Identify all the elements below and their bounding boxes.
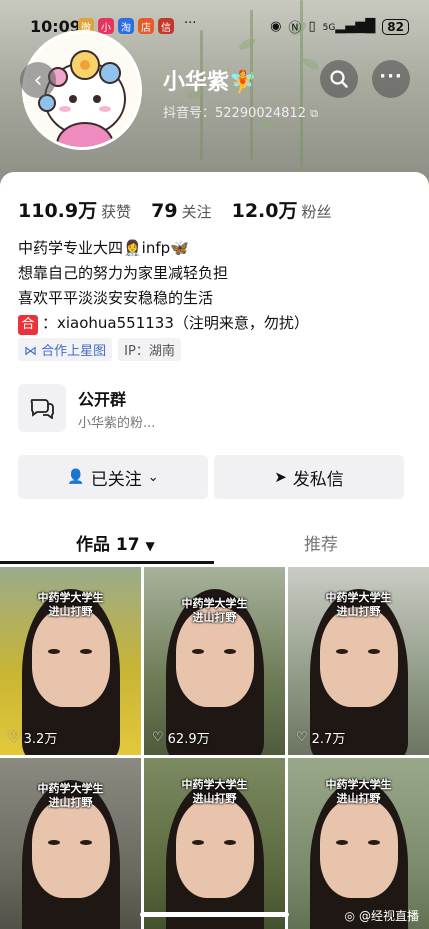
more-button[interactable]: ··· bbox=[372, 60, 410, 98]
vibrate-icon: ▯ bbox=[308, 19, 316, 34]
signal-icon: 5G▂▄▆█ bbox=[322, 19, 376, 34]
system-status-icons: ◉ Ⓝ ▯ 5G▂▄▆█ 82 bbox=[270, 17, 409, 36]
weibo-logo-icon: ◎ bbox=[344, 908, 355, 923]
nfc-icon: Ⓝ bbox=[288, 21, 302, 36]
bio-line: 中药学专业大四👩‍⚕️infp🦋 bbox=[18, 239, 189, 257]
app-notification-icon: 小 bbox=[98, 18, 114, 34]
video-caption: 中药学大学生 进山打野 bbox=[181, 597, 248, 624]
video-caption: 中药学大学生 进山打野 bbox=[37, 591, 104, 618]
profile-bio: 中药学专业大四👩‍⚕️infp🦋 想靠自己的努力为家里减轻负担 喜欢平平淡淡安安… bbox=[18, 236, 309, 336]
chat-group-icon bbox=[18, 384, 66, 432]
video-likes: ♡ 3.2万 bbox=[8, 730, 58, 747]
following-button[interactable]: 👤 已关注 ⌄ bbox=[18, 455, 208, 499]
chevron-left-icon: ‹ bbox=[33, 67, 43, 93]
cooperation-tag: 合 bbox=[18, 315, 38, 335]
more-dots-icon: ··· bbox=[379, 65, 403, 87]
eye-icon: ◉ bbox=[270, 19, 282, 34]
douyin-id[interactable]: 抖音号：52290024812 ⧉ bbox=[163, 102, 318, 121]
heart-icon: ♡ bbox=[152, 730, 164, 745]
stat-followers[interactable]: 12.0万 粉丝 bbox=[232, 196, 332, 223]
back-button[interactable]: ‹ bbox=[20, 62, 56, 98]
bio-line: 想靠自己的努力为家里减轻负担 bbox=[18, 264, 229, 282]
video-thumbnail[interactable]: 中药学大学生 进山打野 ♡ 3.2万 bbox=[0, 567, 141, 755]
group-title: 公开群 bbox=[78, 390, 127, 409]
public-group-entry[interactable]: 公开群 小华紫的粉... bbox=[18, 384, 410, 434]
tab-recommend[interactable]: 推荐 bbox=[304, 530, 338, 555]
profile-tags: ⋈ 合作上星图 IP：湖南 bbox=[18, 338, 181, 361]
mail-notification-icon: 信 bbox=[158, 18, 174, 34]
home-indicator[interactable] bbox=[140, 912, 289, 917]
heart-icon: ♡ bbox=[8, 730, 20, 745]
stat-following[interactable]: 79 关注 bbox=[151, 200, 211, 222]
chevron-down-icon: ⌄ bbox=[147, 469, 159, 485]
video-thumbnail[interactable]: 中药学大学生 进山打野 ♡ 2.7万 bbox=[288, 567, 429, 755]
profile-name: 小华紫🧚 bbox=[163, 70, 257, 95]
stat-likes[interactable]: 110.9万 获赞 bbox=[18, 196, 131, 223]
user-check-icon: 👤 bbox=[67, 469, 85, 485]
fairy-emoji: 🧚 bbox=[229, 70, 257, 95]
ip-location-tag: IP：湖南 bbox=[118, 338, 181, 361]
video-caption: 中药学大学生 进山打野 bbox=[325, 591, 392, 618]
video-caption: 中药学大学生 进山打野 bbox=[37, 782, 104, 809]
search-button[interactable] bbox=[320, 60, 358, 98]
video-likes: ♡ 2.7万 bbox=[296, 730, 346, 747]
video-thumbnail[interactable]: 中药学大学生 进山打野 bbox=[0, 758, 141, 929]
profile-stats: 110.9万 获赞 79 关注 12.0万 粉丝 bbox=[18, 196, 332, 223]
bio-contact-line: 合：xiaohua551133（注明来意，勿扰） bbox=[18, 311, 309, 336]
send-message-label: 发私信 bbox=[292, 469, 344, 490]
star-map-icon: ⋈ bbox=[24, 344, 42, 359]
video-caption: 中药学大学生 进山打野 bbox=[325, 778, 392, 805]
send-icon: ➤ bbox=[274, 468, 287, 486]
video-caption: 中药学大学生 进山打野 bbox=[181, 778, 248, 805]
video-likes: ♡ 62.9万 bbox=[152, 730, 210, 747]
send-message-button[interactable]: ➤ 发私信 bbox=[214, 455, 404, 499]
search-icon bbox=[330, 70, 348, 88]
heart-icon: ♡ bbox=[296, 730, 308, 745]
bio-line: 喜欢平平淡淡安安稳稳的生活 bbox=[18, 289, 214, 307]
active-tab-indicator bbox=[0, 561, 214, 564]
star-map-tag[interactable]: ⋈ 合作上星图 bbox=[18, 338, 113, 361]
video-thumbnail[interactable]: 中药学大学生 进山打野 ♡ 62.9万 bbox=[144, 567, 285, 755]
battery-icon: 82 bbox=[382, 18, 409, 35]
tab-works[interactable]: 作品 17 ▼ bbox=[76, 530, 155, 555]
profile-panel: 110.9万 获赞 79 关注 12.0万 粉丝 中药学专业大四👩‍⚕️infp🦋 想… bbox=[0, 172, 429, 929]
bag-notification-icon: 淘 bbox=[118, 18, 134, 34]
more-notifications-indicator: ··· bbox=[184, 16, 197, 31]
watermark: ◎ @经视直播 bbox=[344, 908, 420, 924]
following-label: 已关注 bbox=[90, 469, 142, 490]
copy-icon[interactable]: ⧉ bbox=[310, 107, 318, 120]
shop-notification-icon: 店 bbox=[138, 18, 154, 34]
video-thumbnail[interactable]: 中药学大学生 进山打野 bbox=[144, 758, 285, 929]
video-thumbnail[interactable]: 中药学大学生 进山打野 bbox=[288, 758, 429, 929]
caret-down-icon: ▼ bbox=[145, 539, 155, 553]
content-tabs: 作品 17 ▼ 推荐 bbox=[0, 522, 429, 564]
group-subtitle: 小华紫的粉... bbox=[78, 416, 156, 431]
